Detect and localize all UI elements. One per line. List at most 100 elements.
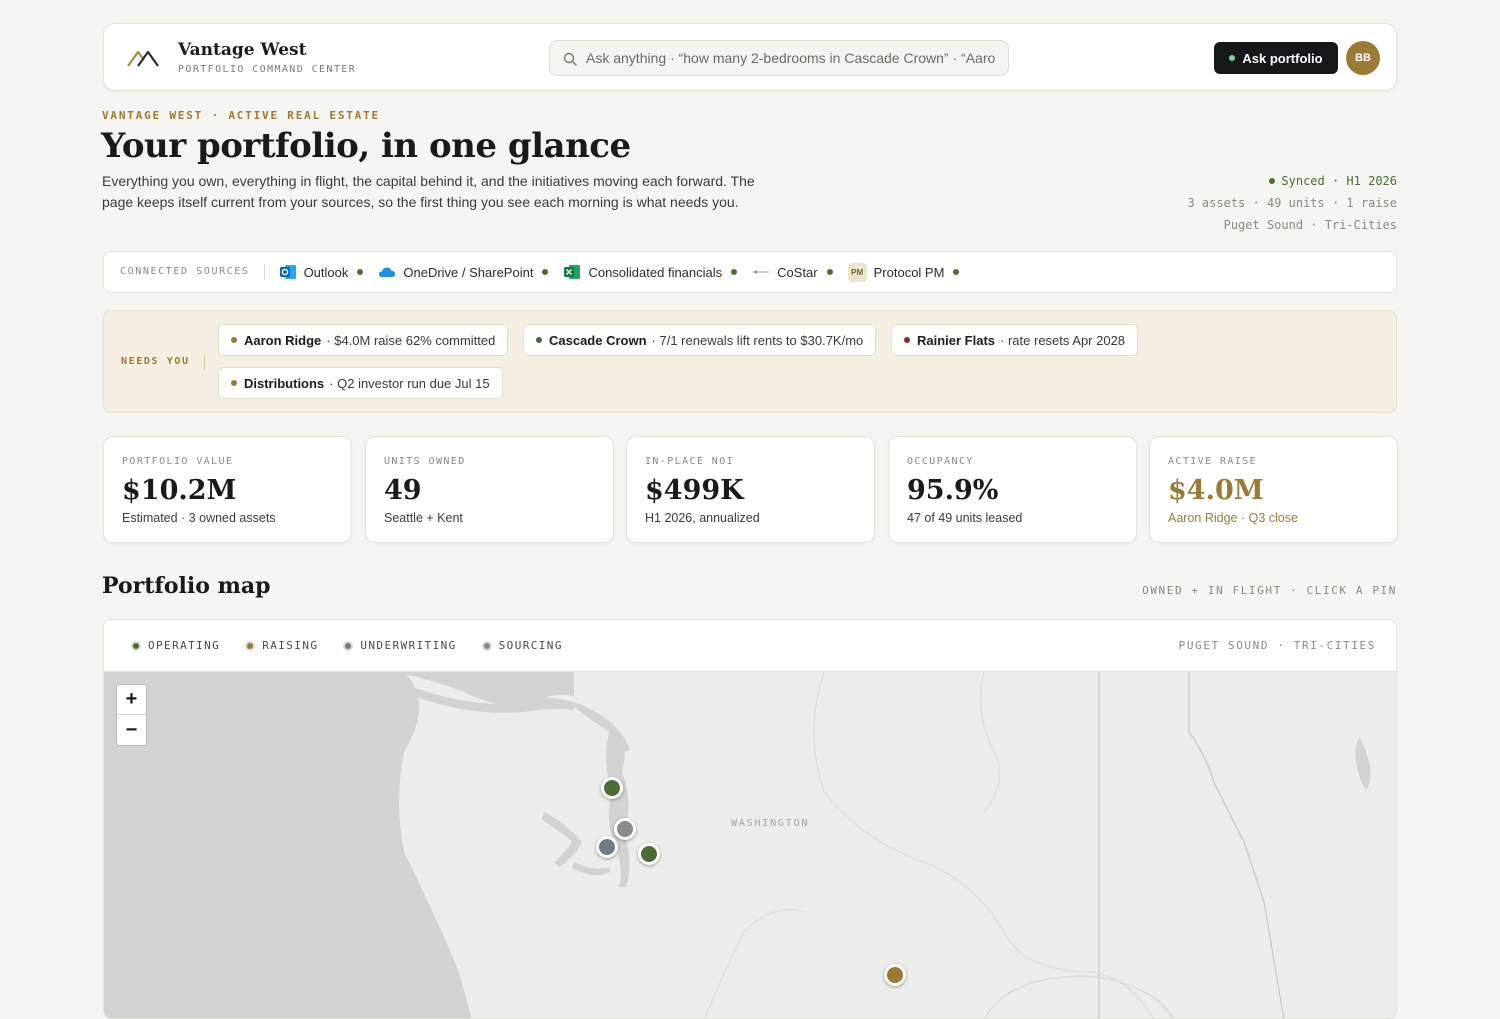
kpi-value: 49	[384, 475, 422, 506]
sourcing-dot-icon	[481, 640, 492, 651]
connected-dot-icon	[953, 269, 960, 275]
needs-item-title: Cascade Crown	[549, 332, 647, 348]
map-pin-raising[interactable]	[884, 964, 906, 986]
kpi-occupancy: OCCUPANCY 95.9% 47 of 49 units leased	[888, 436, 1137, 543]
zoom-in-button[interactable]: +	[117, 685, 146, 715]
source-label: CoStar	[777, 264, 818, 280]
source-protocol-pm[interactable]: PM Protocol PM	[847, 262, 960, 282]
onedrive-icon	[378, 263, 396, 281]
connected-dot-icon	[731, 269, 738, 275]
legend-label: SOURCING	[498, 639, 563, 652]
kpi-value: $4.0M	[1168, 475, 1264, 506]
source-label: Consolidated financials	[588, 264, 723, 280]
costar-icon	[752, 263, 770, 281]
needs-item-title: Rainier Flats	[917, 332, 996, 348]
status-dot-icon	[231, 337, 237, 343]
legend-label: RAISING	[262, 639, 319, 652]
kpi-units-owned: UNITS OWNED 49 Seattle + Kent	[365, 436, 614, 543]
connected-dot-icon	[357, 269, 364, 275]
needs-item-detail: · rate resets Apr 2028	[1000, 332, 1126, 348]
needs-item-rainier-flats[interactable]: Rainier Flats · rate resets Apr 2028	[891, 324, 1139, 356]
search-box[interactable]	[549, 40, 1009, 76]
map-pin-operating[interactable]	[601, 777, 623, 799]
source-label: Protocol PM	[873, 264, 945, 280]
zoom-out-button[interactable]: −	[117, 715, 146, 745]
kpi-subtext: Seattle + Kent	[384, 511, 463, 525]
sync-counts: 3 assets · 49 units · 1 raise	[1187, 196, 1397, 210]
map-pin-underwriting[interactable]	[596, 836, 618, 858]
needs-item-aaron-ridge[interactable]: Aaron Ridge · $4.0M raise 62% committed	[218, 324, 509, 356]
top-bar: Vantage West PORTFOLIO COMMAND CENTER As…	[103, 23, 1397, 91]
map-section-title: Portfolio map	[102, 573, 271, 599]
legend-label: OPERATING	[148, 639, 221, 652]
source-outlook[interactable]: Outlook	[279, 263, 364, 281]
connected-dot-icon	[826, 269, 833, 275]
kpi-value: $499K	[645, 475, 744, 506]
brand-name: Vantage West	[178, 40, 307, 60]
source-consolidated-financials[interactable]: Consolidated financials	[563, 263, 738, 281]
map-basemap	[104, 672, 1371, 1018]
hero-description: Everything you own, everything in flight…	[102, 173, 755, 210]
needs-item-detail: · Q2 investor run due Jul 15	[329, 375, 490, 391]
map-pin-operating[interactable]	[638, 843, 660, 865]
user-avatar[interactable]: BB	[1346, 41, 1380, 75]
legend-underwriting: UNDERWRITING	[343, 639, 456, 652]
sync-status: Synced · H1 2026	[1187, 170, 1397, 192]
raising-dot-icon	[245, 640, 256, 651]
source-costar[interactable]: CoStar	[752, 263, 833, 281]
kpi-subtext: H1 2026, annualized	[645, 511, 760, 525]
portfolio-map-card: OPERATING RAISING UNDERWRITING SOURCING …	[103, 619, 1397, 1019]
kpi-label: PORTFOLIO VALUE	[122, 456, 234, 467]
needs-item-title: Distributions	[244, 375, 325, 391]
kpi-value: $10.2M	[122, 475, 237, 506]
sync-status-label: Synced · H1 2026	[1281, 174, 1397, 188]
legend-raising: RAISING	[245, 639, 318, 652]
map-hint: OWNED + IN FLIGHT · CLICK A PIN	[1142, 584, 1397, 597]
kpi-in-place-noi: IN-PLACE NOI $499K H1 2026, annualized	[626, 436, 875, 543]
needs-item-cascade-crown[interactable]: Cascade Crown · 7/1 renewals lift rents …	[523, 324, 877, 356]
kpi-active-raise: ACTIVE RAISE $4.0M Aaron Ridge · Q3 clos…	[1149, 436, 1398, 543]
ask-portfolio-label: Ask portfolio	[1242, 50, 1323, 66]
needs-item-title: Aaron Ridge	[244, 332, 322, 348]
connected-sources-bar: CONNECTED SOURCES Outlook OneDrive / Sha…	[103, 251, 1397, 293]
sync-region: Puget Sound · Tri-Cities	[1223, 218, 1397, 232]
underwriting-dot-icon	[343, 640, 354, 651]
search-input[interactable]	[586, 41, 996, 75]
needs-item-distributions[interactable]: Distributions · Q2 investor run due Jul …	[218, 367, 503, 399]
kpi-value: 95.9%	[907, 475, 999, 506]
kpi-subtext: Estimated · 3 owned assets	[122, 511, 276, 525]
source-onedrive[interactable]: OneDrive / SharePoint	[378, 263, 549, 281]
zoom-controls: + −	[116, 684, 147, 746]
kpi-label: IN-PLACE NOI	[645, 456, 735, 467]
status-dot-icon	[1229, 55, 1236, 61]
map-state-label: WASHINGTON	[731, 818, 810, 829]
sync-status-block: Synced · H1 2026 3 assets · 49 units · 1…	[1187, 170, 1397, 236]
kpi-label: OCCUPANCY	[907, 456, 974, 467]
source-label: OneDrive / SharePoint	[403, 264, 534, 280]
page-title: Your portfolio, in one glance	[101, 126, 631, 166]
map-canvas[interactable]: + − WASHINGTON	[104, 672, 1396, 1018]
excel-icon	[563, 263, 581, 281]
legend-label: UNDERWRITING	[360, 639, 457, 652]
map-pin-sourcing[interactable]	[614, 818, 636, 840]
needs-you-panel: NEEDS YOU Aaron Ridge · $4.0M raise 62% …	[103, 310, 1397, 413]
status-dot-icon	[536, 337, 542, 343]
status-dot-icon	[904, 337, 910, 343]
legend-operating: OPERATING	[131, 639, 220, 652]
search-icon	[563, 52, 577, 66]
kpi-label: ACTIVE RAISE	[1168, 456, 1258, 467]
kpi-subtext: 47 of 49 units leased	[907, 511, 1023, 525]
ask-portfolio-button[interactable]: Ask portfolio	[1214, 42, 1338, 74]
brand-subtitle: PORTFOLIO COMMAND CENTER	[178, 64, 357, 75]
synced-dot-icon	[1269, 178, 1276, 184]
kpi-subtext: Aaron Ridge · Q3 close	[1168, 511, 1298, 525]
needs-item-detail: · 7/1 renewals lift rents to $30.7K/mo	[651, 332, 864, 348]
hero-eyebrow: VANTAGE WEST · ACTIVE REAL ESTATE	[102, 109, 380, 122]
map-region-label: PUGET SOUND · TRI-CITIES	[1178, 639, 1376, 652]
status-dot-icon	[231, 380, 237, 386]
sources-label: CONNECTED SOURCES	[120, 264, 265, 280]
outlook-icon	[279, 263, 297, 281]
legend-sourcing: SOURCING	[481, 639, 563, 652]
kpi-portfolio-value: PORTFOLIO VALUE $10.2M Estimated · 3 own…	[103, 436, 352, 543]
needs-you-label: NEEDS YOU	[121, 354, 205, 370]
